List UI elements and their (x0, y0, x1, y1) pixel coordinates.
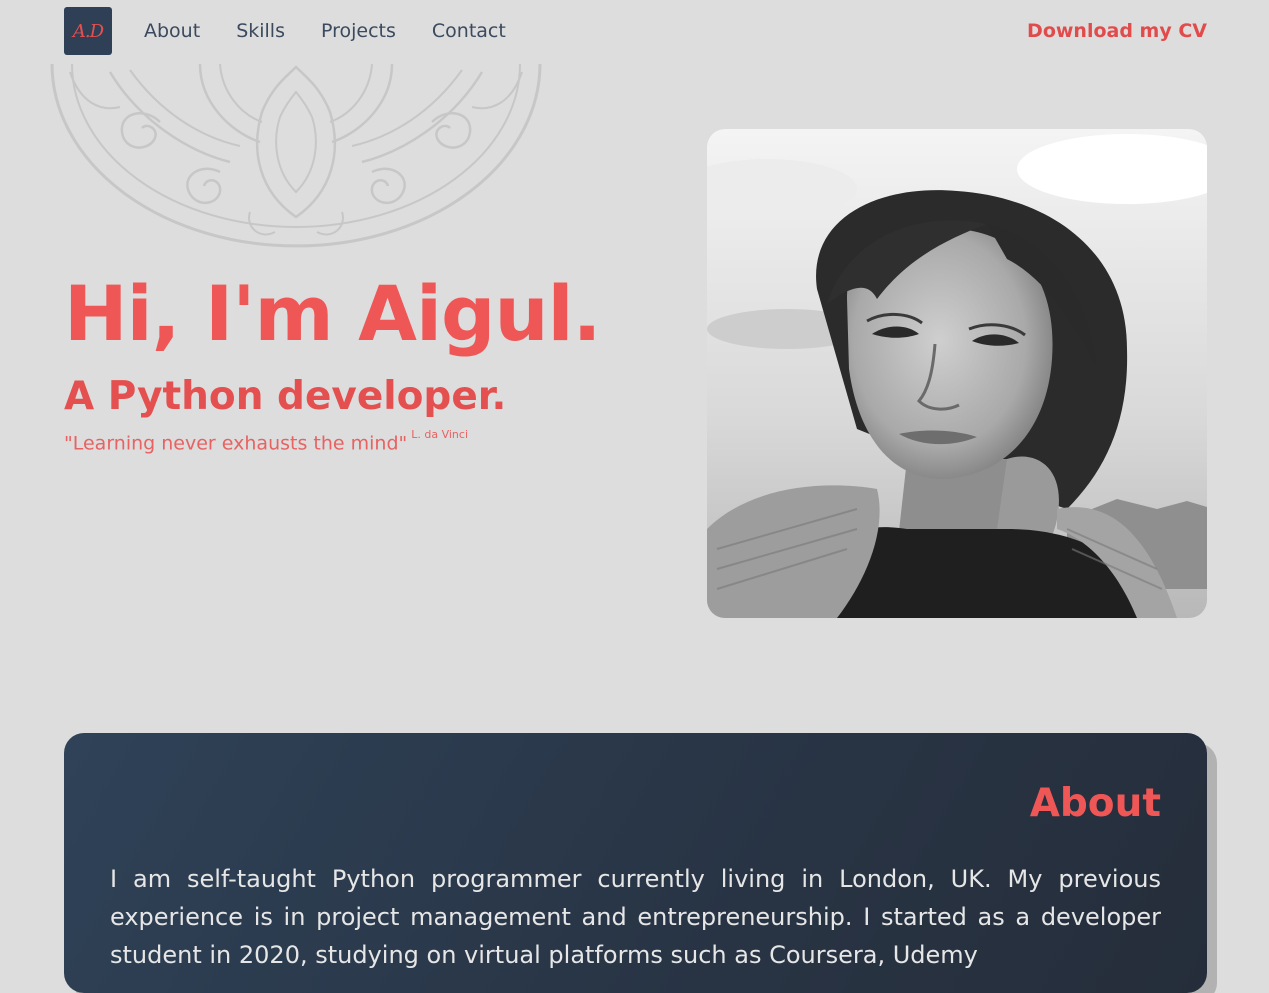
about-section: About I am self-taught Python programmer… (64, 733, 1207, 993)
nav-link-about[interactable]: About (144, 20, 200, 42)
nav-link-projects[interactable]: Projects (321, 20, 396, 42)
logo-text: A.D (72, 20, 104, 42)
navbar: A.D About Skills Projects Contact Downlo… (0, 0, 1269, 62)
quote-text: "Learning never exhausts the mind" (64, 432, 408, 455)
portrait-image (707, 129, 1207, 618)
about-text: I am self-taught Python programmer curre… (110, 865, 1161, 969)
hero-name: Hi, I'm Aigul. (64, 269, 601, 358)
logo[interactable]: A.D (64, 7, 112, 55)
hero-role: A Python developer. (64, 374, 507, 419)
ornament-icon (50, 63, 542, 248)
nav-links: About Skills Projects Contact (144, 20, 506, 42)
download-cv-link[interactable]: Download my CV (1027, 20, 1207, 42)
hero-quote: "Learning never exhausts the mind" L. da … (64, 428, 468, 455)
about-title: About (1029, 781, 1161, 826)
quote-author: L. da Vinci (411, 428, 469, 441)
nav-link-skills[interactable]: Skills (236, 20, 285, 42)
nav-link-contact[interactable]: Contact (432, 20, 506, 42)
profile-photo (707, 129, 1207, 618)
